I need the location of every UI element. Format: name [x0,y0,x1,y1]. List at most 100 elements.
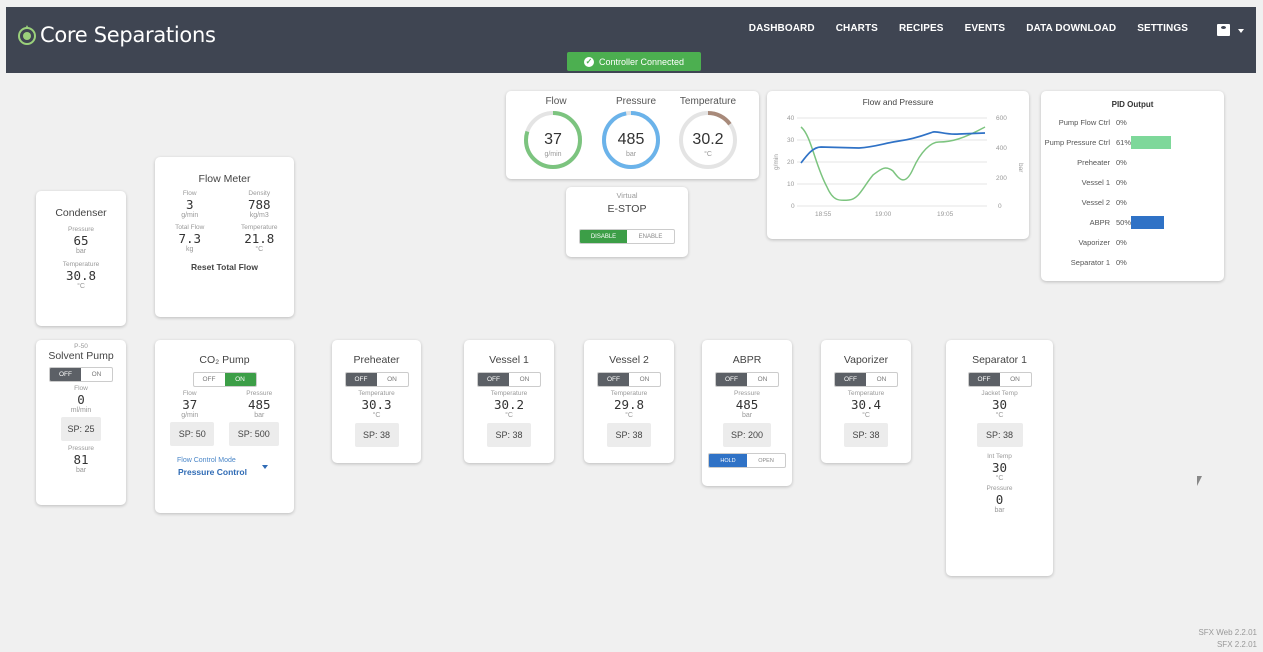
nav-dashboard[interactable]: DASHBOARD [749,23,815,34]
flowmeter-flow-unit: g/min [181,212,199,219]
abpr-card: ABPR OFF ON Pressure 485 bar SP: 200 HOLD… [702,340,792,486]
pid-row: ABPR 50% [1041,212,1224,232]
setpoint-button[interactable]: SP: 38 [354,423,399,447]
on-button[interactable]: ON [1000,373,1031,386]
unit-unit: bar [741,412,753,419]
nav-charts[interactable]: CHARTS [836,23,878,34]
co2-pump-off-button[interactable]: OFF [194,373,225,386]
pid-row-value: 0% [1116,157,1127,167]
abpr-open-button[interactable]: OPEN [747,454,785,467]
abpr-hold-button[interactable]: HOLD [709,454,747,467]
off-button[interactable]: OFF [835,373,866,386]
gauge-unit-temperature: °C [704,151,712,158]
abpr-toggle[interactable]: OFF ON [715,372,779,387]
separator-pressure-value: 0 [995,492,1004,507]
on-button[interactable]: ON [377,373,408,386]
pid-row-value: 0% [1116,117,1127,127]
pid-row: Preheater 0% [1041,152,1224,172]
pid-row-bar [1131,215,1164,229]
co2-pressure-setpoint-button[interactable]: SP: 500 [228,422,279,446]
vaporizer-toggle[interactable]: OFF ON [834,372,898,387]
nav-data-download[interactable]: DATA DOWNLOAD [1026,23,1116,34]
pid-row: Pump Flow Ctrl 0% [1041,112,1224,132]
solvent-pump-toggle[interactable]: OFF ON [49,367,113,382]
co2-pump-on-button[interactable]: ON [224,373,256,386]
separator-toggle[interactable]: OFF ON [967,372,1032,387]
gauge-label-pressure: Pressure [615,96,656,107]
off-button[interactable]: OFF [478,373,509,386]
solvent-pump-card: P-50 Solvent Pump OFF ON Flow 0 ml/min S… [36,340,126,505]
setpoint-button[interactable]: SP: 38 [844,423,888,447]
flow-meter-card: Flow Meter Flow 3 g/min Density 788 kg/m… [155,157,294,317]
chevron-down-icon[interactable] [1238,29,1244,33]
on-button[interactable]: ON [747,373,778,386]
pid-title: PID Output [1111,100,1154,109]
unit-unit: °C [505,412,513,419]
unit-label: Temperature [358,390,395,397]
y-right-tick: 200 [996,175,1007,182]
pid-row: Separator 1 0% [1041,252,1224,272]
vessel-2-toggle[interactable]: OFF ON [597,372,661,387]
setpoint-button[interactable]: SP: 38 [607,423,651,447]
unit-unit: °C [625,412,633,419]
flow-series-line [800,126,986,202]
x-tick: 19:00 [875,211,892,218]
flowmeter-temperature-label: Temperature [241,224,278,231]
flow-pressure-chart: 40 30 20 10 0 600 400 200 0 18:55 19:00 … [773,115,1024,218]
vessel-2-card: Vessel 2 OFF ON Temperature 29.8 °C SP: 3… [584,340,674,463]
off-button[interactable]: OFF [716,373,747,386]
flowmeter-flow-label: Flow [182,190,197,197]
separator-pressure-unit: bar [994,507,1005,514]
co2-pump-toggle[interactable]: OFF ON [192,372,257,387]
controller-status-text: Controller Connected [598,56,685,67]
off-button[interactable]: OFF [345,373,377,386]
gauge-unit-flow: g/min [544,151,562,158]
co2-pump-card: CO₂ Pump OFF ON Flow 37 g/min Pressure 4… [155,340,294,513]
setpoint-button[interactable]: SP: 38 [487,423,531,447]
setpoint-button[interactable]: SP: 200 [723,423,771,447]
pid-row-name: Pump Pressure Ctrl [1044,137,1110,147]
off-button[interactable]: OFF [968,373,1000,386]
unit-value: 30.4 [850,397,882,412]
unit-value: 30.3 [361,397,392,412]
setpoint-button[interactable]: SP: 38 [976,423,1023,447]
on-button[interactable]: ON [866,373,897,386]
vaporizer-card: Vaporizer OFF ON Temperature 30.4 °C SP: … [821,340,911,463]
reset-total-flow-button[interactable]: Reset Total Flow [155,262,294,272]
unit-title: Preheater [353,354,400,366]
gauges-card: Flow Pressure Temperature 37 g/min 485 b… [506,91,759,179]
on-button[interactable]: ON [629,373,660,386]
x-tick: 18:55 [815,211,832,218]
nav-recipes[interactable]: RECIPES [899,23,944,34]
unit-label: Pressure [733,390,760,397]
solvent-pressure-unit: bar [75,467,87,474]
flowmeter-density-unit: kg/m3 [249,212,269,219]
estop-disable-button[interactable]: DISABLE [580,230,627,243]
nav-settings[interactable]: SETTINGS [1137,23,1188,34]
solvent-setpoint-button[interactable]: SP: 25 [61,417,101,441]
solvent-pump-off-button[interactable]: OFF [50,368,81,381]
vessel-1-card: Vessel 1 OFF ON Temperature 30.2 °C SP: 3… [464,340,554,463]
preheater-toggle[interactable]: OFF ON [344,372,409,387]
flow-control-mode-select[interactable]: Pressure Control [178,465,294,477]
gauge-unit-pressure: bar [625,151,637,158]
estop-enable-button[interactable]: ENABLE [627,230,674,243]
vessel-1-toggle[interactable]: OFF ON [477,372,541,387]
pid-row-value: 0% [1116,177,1127,187]
off-button[interactable]: OFF [598,373,629,386]
gauge-label-temperature: Temperature [679,96,737,107]
user-icon[interactable] [1217,24,1230,36]
co2-flow-unit: g/min [181,412,199,419]
pid-row-name: Preheater [1077,157,1110,167]
solvent-pump-on-button[interactable]: ON [81,368,112,381]
chevron-down-icon [262,465,268,469]
nav-events[interactable]: EVENTS [965,23,1006,34]
condenser-pressure-value: 65 [73,233,89,248]
flowmeter-total-unit: kg [186,246,194,253]
co2-flow-setpoint-button[interactable]: SP: 50 [170,422,215,446]
on-button[interactable]: ON [509,373,540,386]
unit-label: Temperature [847,390,885,397]
brand[interactable]: Core Separations [16,21,216,49]
condenser-temperature-unit: °C [77,283,85,290]
y-left-tick: 0 [791,203,795,210]
